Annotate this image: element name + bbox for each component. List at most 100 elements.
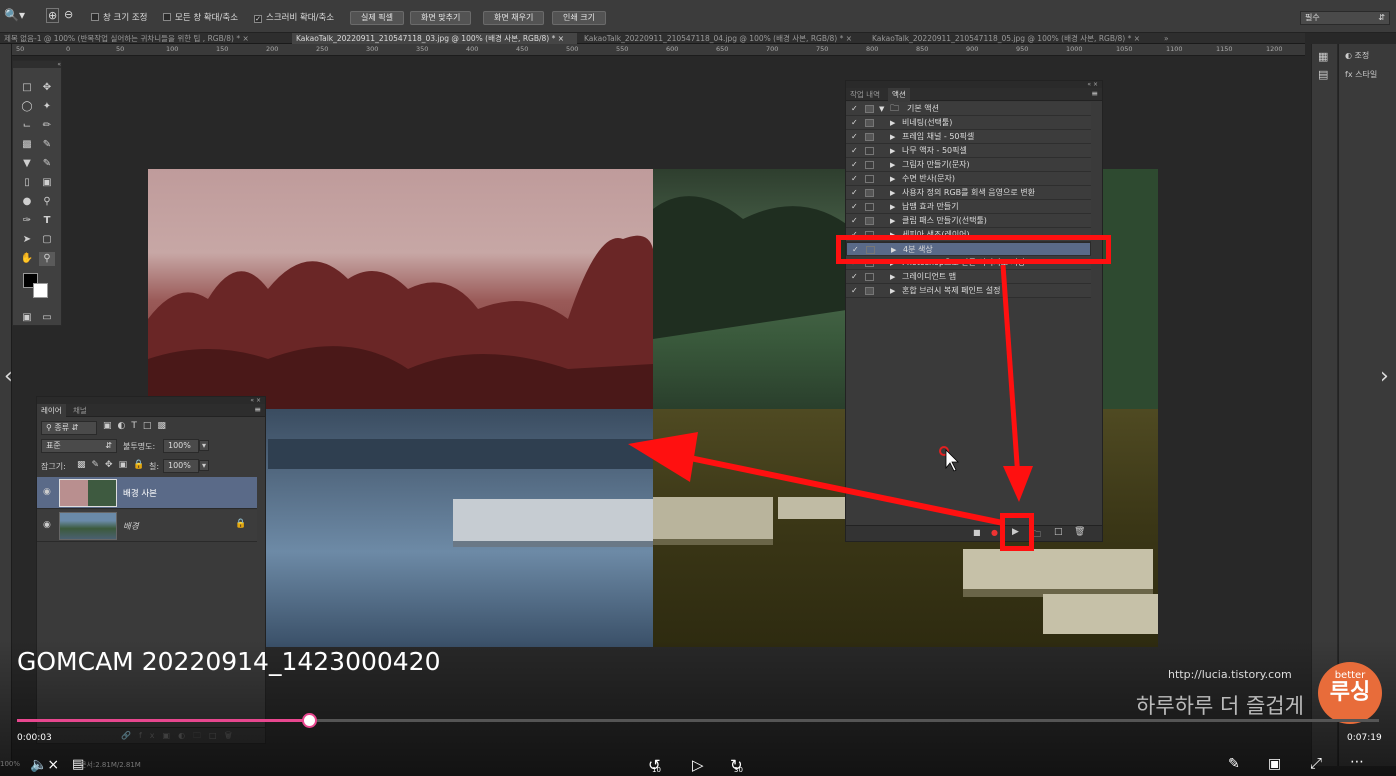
action-row[interactable]: ✓ ▶ 수면 반사(문자) bbox=[846, 172, 1091, 186]
brush-tool-icon[interactable]: ✎ bbox=[39, 138, 55, 152]
dialog-toggle-icon[interactable] bbox=[865, 273, 874, 281]
scrubby-zoom-checkbox[interactable]: ✓ 스크러비 확대/축소 bbox=[254, 11, 334, 23]
close-icon[interactable]: × bbox=[558, 34, 564, 43]
expand-right-icon[interactable]: ▶ bbox=[890, 270, 895, 284]
dialog-toggle-icon[interactable] bbox=[865, 287, 874, 295]
panel-menu-icon[interactable]: ≡ bbox=[1091, 89, 1098, 98]
zoom-in-icon[interactable]: ⊕ bbox=[46, 8, 60, 23]
check-icon[interactable]: ✓ bbox=[851, 172, 861, 186]
properties-panel-icon[interactable]: ▤ bbox=[1318, 68, 1328, 81]
action-row[interactable]: ✓ ▶ 사용자 정의 RGB를 회색 음영으로 변환 bbox=[846, 186, 1091, 200]
dialog-toggle-icon[interactable] bbox=[865, 217, 874, 225]
type-tool-icon[interactable]: T bbox=[39, 214, 55, 228]
hand-tool-icon[interactable]: ✋ bbox=[19, 252, 35, 266]
tab-history[interactable]: 작업 내역 bbox=[846, 88, 884, 101]
prev-arrow-icon[interactable]: ‹ bbox=[4, 364, 13, 389]
zoom-tool-icon[interactable]: 🔍▾ bbox=[4, 8, 25, 22]
document-tab[interactable]: KakaoTalk_20220911_210547118_05.jpg @ 10… bbox=[868, 33, 1153, 44]
fill-dropdown-icon[interactable]: ▾ bbox=[199, 460, 209, 471]
zoom-all-windows-checkbox[interactable]: 모든 창 확대/축소 bbox=[163, 11, 238, 23]
new-action-icon[interactable]: □ bbox=[1054, 527, 1063, 537]
document-tab-active[interactable]: KakaoTalk_20220911_210547118_03.jpg @ 10… bbox=[292, 33, 577, 44]
expand-right-icon[interactable]: ▶ bbox=[890, 200, 895, 214]
background-color-swatch[interactable] bbox=[33, 283, 48, 298]
dialog-toggle-icon[interactable] bbox=[865, 133, 874, 141]
path-selection-tool-icon[interactable]: ➤ bbox=[19, 233, 35, 247]
expand-right-icon[interactable]: ▶ bbox=[890, 284, 895, 298]
actual-pixels-button[interactable]: 실제 픽셀 bbox=[350, 11, 404, 25]
document-tab[interactable]: KakaoTalk_20220911_210547118_04.jpg @ 10… bbox=[580, 33, 865, 44]
action-row[interactable]: ✓ ▶ 프레임 채널 - 50픽셀 bbox=[846, 130, 1091, 144]
layer-filter-icons[interactable]: ▣◐T□▩ bbox=[103, 421, 172, 431]
lock-icons[interactable]: ▩✎✥▣🔒 bbox=[77, 460, 150, 470]
lasso-tool-icon[interactable]: ◯ bbox=[19, 100, 35, 114]
collapse-icon[interactable]: « bbox=[13, 61, 61, 68]
print-size-button[interactable]: 인쇄 크기 bbox=[552, 11, 606, 25]
progress-handle[interactable] bbox=[302, 713, 317, 728]
check-icon[interactable]: ✓ bbox=[851, 284, 861, 298]
close-icon[interactable]: × bbox=[846, 34, 852, 43]
panel-menu-icon[interactable]: ≡ bbox=[254, 405, 261, 414]
layer-row[interactable]: ◉ 배경 🔒 bbox=[37, 510, 257, 542]
workspace-select[interactable]: 필수 ⇵ bbox=[1300, 11, 1390, 25]
quick-selection-tool-icon[interactable]: ✦ bbox=[39, 100, 55, 114]
expand-right-icon[interactable]: ▶ bbox=[890, 214, 895, 228]
quick-mask-icon[interactable]: ▣ bbox=[19, 311, 35, 325]
dodge-tool-icon[interactable]: ⚲ bbox=[39, 195, 55, 209]
expand-right-icon[interactable]: ▶ bbox=[890, 130, 895, 144]
tab-channels[interactable]: 채널 bbox=[69, 404, 91, 417]
fit-screen-button[interactable]: 화면 맞추기 bbox=[410, 11, 472, 25]
rectangle-tool-icon[interactable]: ▢ bbox=[39, 233, 55, 247]
check-icon[interactable]: ✓ bbox=[851, 102, 861, 116]
screen-mode-icon[interactable]: ▭ bbox=[39, 311, 55, 325]
pen-icon[interactable]: ✎ bbox=[1228, 756, 1240, 772]
stop-icon[interactable]: ■ bbox=[973, 528, 981, 537]
more-tabs-icon[interactable]: » bbox=[1160, 33, 1180, 44]
collapse-icon[interactable]: « × bbox=[846, 81, 1102, 88]
fill-screen-button[interactable]: 화면 채우기 bbox=[483, 11, 545, 25]
dialog-toggle-icon[interactable] bbox=[865, 203, 874, 211]
action-row[interactable]: ✓ ▶ 비네팅(선택툴) bbox=[846, 116, 1091, 130]
layer-row-selected[interactable]: ◉ 배경 사본 bbox=[37, 477, 257, 509]
expand-right-icon[interactable]: ▶ bbox=[890, 116, 895, 130]
document-tab[interactable]: 제목 없음-1 @ 100% (반복작업 실어하는 귀차니들을 위한 팁 , R… bbox=[0, 33, 290, 44]
blend-mode-select[interactable]: 표준 ⇵ bbox=[41, 439, 117, 453]
dialog-toggle-icon[interactable] bbox=[865, 189, 874, 197]
close-icon[interactable]: × bbox=[1134, 34, 1140, 43]
check-icon[interactable]: ✓ bbox=[851, 158, 861, 172]
clone-stamp-tool-icon[interactable]: ▼ bbox=[19, 157, 35, 171]
close-icon[interactable]: × bbox=[243, 34, 249, 43]
visibility-eye-icon[interactable]: ◉ bbox=[43, 487, 51, 497]
dialog-toggle-icon[interactable] bbox=[865, 175, 874, 183]
expand-right-icon[interactable]: ▶ bbox=[890, 186, 895, 200]
expand-right-icon[interactable]: ▶ bbox=[890, 158, 895, 172]
action-row[interactable]: ✓ ▶ 혼합 브러시 복제 페인트 설정 bbox=[846, 284, 1091, 298]
fill-input[interactable]: 100% bbox=[163, 459, 199, 473]
layer-filter-select[interactable]: ⚲ 종류 ⇵ bbox=[41, 421, 97, 435]
check-icon[interactable]: ✓ bbox=[851, 214, 861, 228]
check-icon[interactable]: ✓ bbox=[851, 270, 861, 284]
expand-right-icon[interactable]: ▶ bbox=[890, 144, 895, 158]
tab-layers[interactable]: 레이어 bbox=[37, 404, 66, 417]
dialog-toggle-icon[interactable] bbox=[865, 147, 874, 155]
history-panel-icon[interactable]: ▦ bbox=[1318, 50, 1328, 63]
dialog-toggle-icon[interactable] bbox=[865, 161, 874, 169]
action-row[interactable]: ✓ ▶ 클립 패스 만들기(선택툴) bbox=[846, 214, 1091, 228]
next-arrow-icon[interactable]: › bbox=[1380, 364, 1389, 389]
dialog-toggle-icon[interactable] bbox=[865, 105, 874, 113]
more-icon[interactable]: ⋯ bbox=[1350, 754, 1364, 770]
opacity-dropdown-icon[interactable]: ▾ bbox=[199, 440, 209, 451]
visibility-eye-icon[interactable]: ◉ bbox=[43, 520, 51, 530]
check-icon[interactable]: ✓ bbox=[851, 186, 861, 200]
fullscreen-icon[interactable]: ⤢ bbox=[1310, 754, 1322, 772]
eraser-tool-icon[interactable]: ▯ bbox=[19, 176, 35, 190]
check-icon[interactable]: ✓ bbox=[851, 116, 861, 130]
record-icon[interactable]: ● bbox=[991, 528, 998, 537]
pen-tool-icon[interactable]: ✑ bbox=[19, 214, 35, 228]
pip-icon[interactable]: ▣ bbox=[1268, 756, 1281, 772]
spot-healing-tool-icon[interactable]: ▩ bbox=[19, 138, 35, 152]
resize-windows-checkbox[interactable]: 창 크기 조정 bbox=[91, 11, 148, 23]
action-set-row[interactable]: ✓ ▼ 🗀 기본 액션 bbox=[846, 102, 1091, 116]
check-icon[interactable]: ✓ bbox=[851, 200, 861, 214]
check-icon[interactable]: ✓ bbox=[851, 130, 861, 144]
